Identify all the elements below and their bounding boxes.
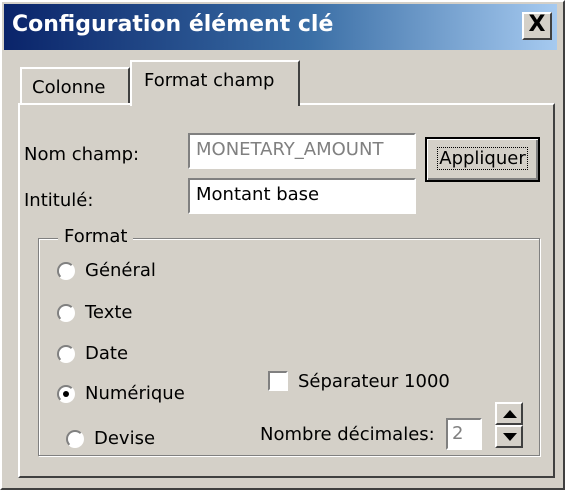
radio-devise-label: Devise: [94, 428, 156, 449]
arrow-up-icon: [503, 410, 517, 418]
radio-date-indicator[interactable]: [57, 345, 75, 363]
nom-champ-field: MONETARY_AMOUNT: [188, 133, 416, 169]
intitule-input[interactable]: Montant base: [188, 178, 416, 214]
radio-devise-indicator[interactable]: [66, 430, 84, 448]
radio-general-indicator[interactable]: [57, 262, 75, 280]
separateur-checkbox-box[interactable]: [268, 371, 288, 391]
window-title: Configuration élément clé: [12, 12, 334, 37]
radio-selected-dot: [63, 391, 69, 397]
nom-champ-label: Nom champ:: [24, 144, 140, 165]
tab-colonne[interactable]: Colonne: [20, 67, 130, 103]
radio-numerique-indicator[interactable]: [57, 385, 75, 403]
radio-general-label: Général: [85, 260, 156, 281]
decimales-label: Nombre décimales:: [260, 424, 435, 445]
appliquer-button[interactable]: Appliquer: [425, 137, 540, 182]
intitule-label: Intitulé:: [24, 190, 94, 211]
close-icon: X: [528, 12, 546, 37]
arrow-down-icon: [503, 433, 517, 441]
format-legend: Format: [58, 226, 134, 247]
tab-format-champ[interactable]: Format champ: [130, 60, 300, 106]
radio-texte-label: Texte: [85, 302, 133, 323]
separateur-label: Séparateur 1000: [298, 371, 450, 392]
appliquer-label: Appliquer: [437, 147, 528, 170]
decimales-down-button[interactable]: [495, 425, 523, 448]
radio-numerique-label: Numérique: [85, 383, 185, 404]
close-button[interactable]: X: [522, 12, 552, 40]
title-bar[interactable]: Configuration élément clé X: [4, 4, 557, 50]
radio-date-label: Date: [85, 343, 129, 364]
radio-texte-indicator[interactable]: [57, 304, 75, 322]
decimales-up-button[interactable]: [495, 402, 523, 425]
decimales-field[interactable]: 2: [446, 418, 482, 450]
